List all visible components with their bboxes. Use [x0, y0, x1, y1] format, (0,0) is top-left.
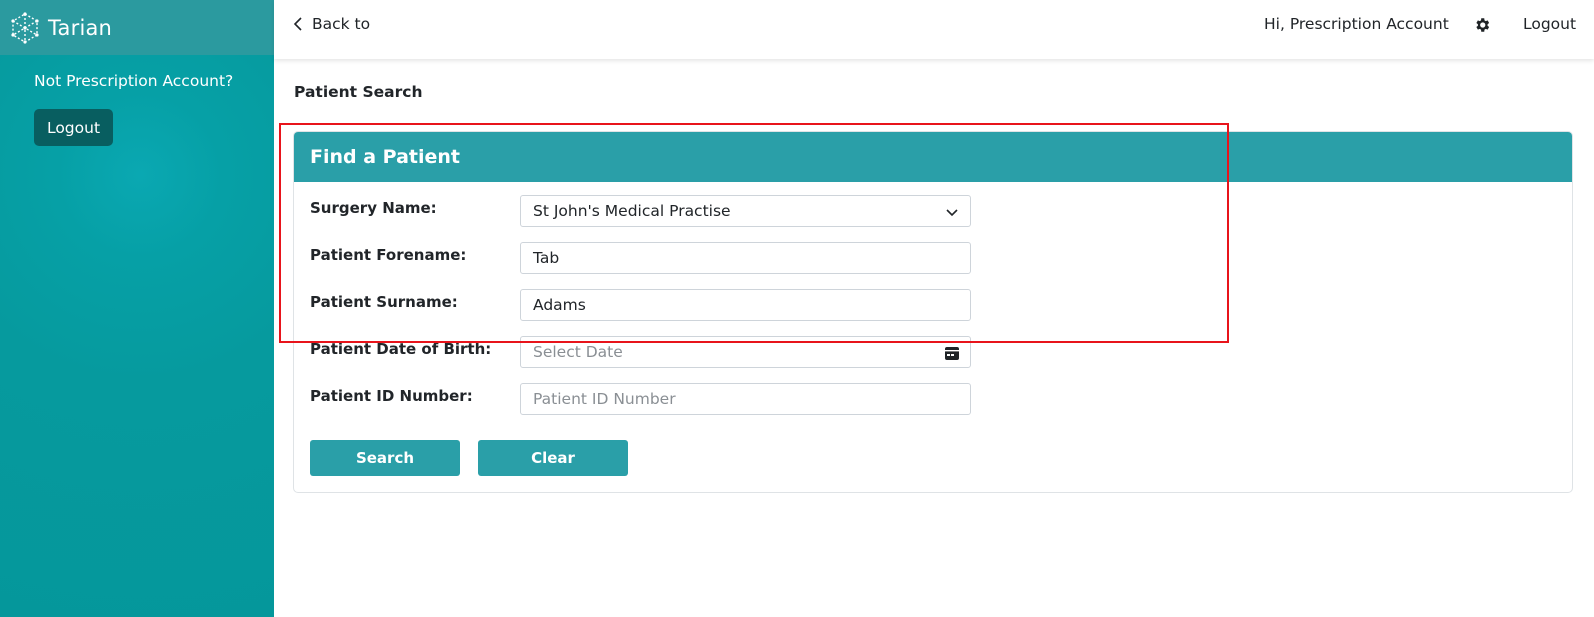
patient-id-input[interactable]: Patient ID Number [520, 383, 971, 415]
not-account-text: Not Prescription Account? [34, 72, 234, 90]
forename-row: Patient Forename: Tab [310, 242, 971, 274]
back-label: Back to [312, 15, 371, 33]
top-bar: Back to Hi, Prescription Account Logout [274, 0, 1594, 59]
surgery-row: Surgery Name: St John's Medical Practise [310, 195, 971, 227]
surname-value: Adams [533, 296, 586, 314]
card-header: Find a Patient [294, 132, 1572, 182]
find-patient-card: Find a Patient Surgery Name: St John's M… [293, 131, 1573, 493]
page-title: Patient Search [294, 83, 423, 101]
surname-row: Patient Surname: Adams [310, 289, 971, 321]
sidebar-logout-button[interactable]: Logout [34, 109, 113, 146]
surgery-label: Surgery Name: [310, 199, 437, 217]
user-greeting: Hi, Prescription Account [1264, 15, 1449, 33]
forename-value: Tab [533, 249, 560, 267]
surname-label: Patient Surname: [310, 293, 458, 311]
dob-label: Patient Date of Birth: [310, 340, 492, 358]
brand-name: Tarian [48, 15, 113, 40]
surgery-value: St John's Medical Practise [533, 202, 731, 220]
surname-input[interactable]: Adams [520, 289, 971, 321]
top-logout-link[interactable]: Logout [1523, 15, 1576, 33]
patient-id-label: Patient ID Number: [310, 387, 473, 405]
back-link[interactable]: Back to [292, 15, 370, 33]
tarian-logo-icon [11, 11, 39, 44]
dob-row: Patient Date of Birth: Select Date [310, 336, 971, 368]
search-button[interactable]: Search [310, 440, 460, 476]
chevron-left-icon [293, 17, 302, 31]
forename-input[interactable]: Tab [520, 242, 971, 274]
calendar-icon[interactable] [944, 345, 960, 361]
patient-id-row: Patient ID Number: Patient ID Number [310, 383, 971, 415]
gear-icon[interactable] [1473, 16, 1491, 34]
forename-label: Patient Forename: [310, 246, 467, 264]
chevron-down-icon [946, 209, 958, 217]
brand-bar[interactable]: Tarian [0, 0, 274, 55]
sidebar: Tarian Not Prescription Account? Logout [0, 0, 274, 617]
dob-input[interactable]: Select Date [520, 336, 971, 368]
clear-button[interactable]: Clear [478, 440, 628, 476]
surgery-select[interactable]: St John's Medical Practise [520, 195, 971, 227]
dob-placeholder: Select Date [533, 343, 623, 361]
patient-id-placeholder: Patient ID Number [533, 390, 676, 408]
card-title: Find a Patient [310, 146, 460, 168]
